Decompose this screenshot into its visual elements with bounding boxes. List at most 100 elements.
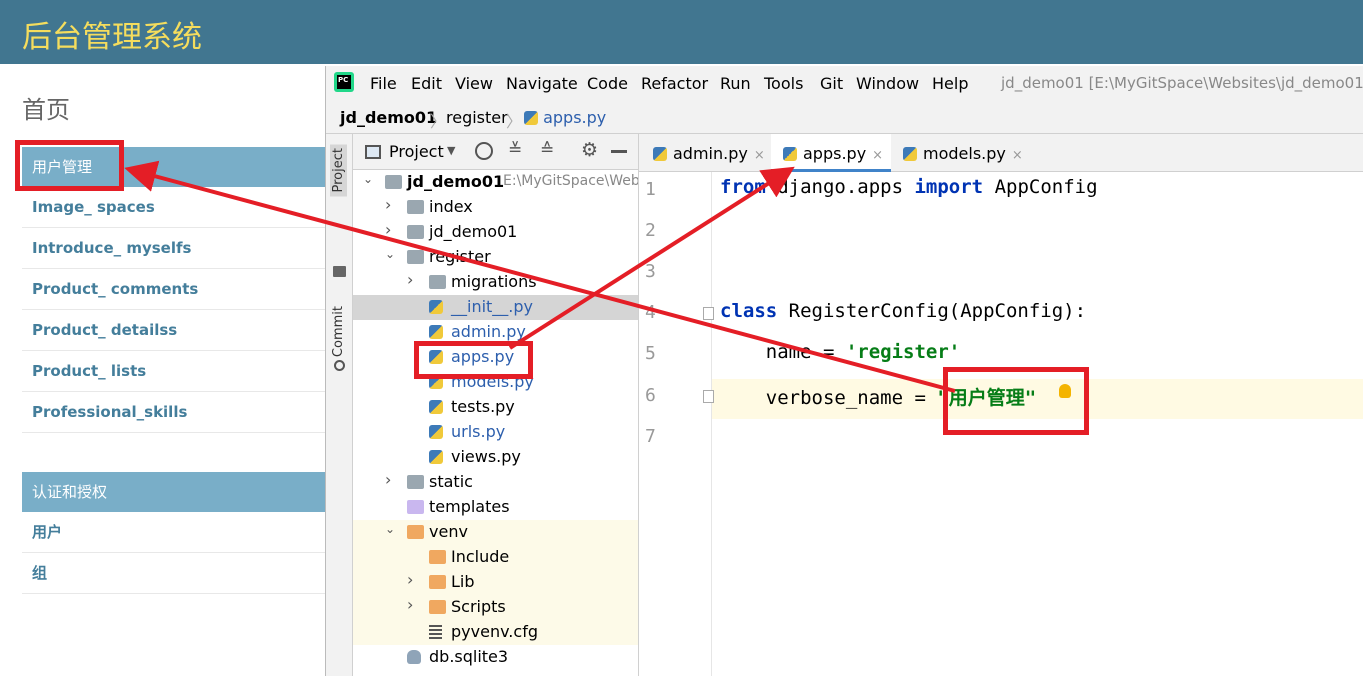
- tree-item-jd-demo01[interactable]: ⌄ jd_demo01E:\MyGitSpace\Websites\jd_demo…: [353, 170, 638, 195]
- python-file-icon: [429, 300, 443, 314]
- hide-panel-icon[interactable]: [611, 150, 627, 153]
- keyword: from: [720, 176, 766, 198]
- tree-item-label: migrations: [451, 272, 537, 291]
- expand-arrow-icon[interactable]: ›: [385, 470, 391, 489]
- admin-site-title[interactable]: 后台管理系统: [22, 12, 202, 56]
- side-tab-project[interactable]: Project: [330, 144, 347, 197]
- collapse-arrow-icon[interactable]: ⌄: [385, 247, 395, 261]
- python-file-icon: [429, 325, 443, 339]
- module-caption-auth[interactable]: 认证和授权: [22, 472, 325, 512]
- side-tab-commit[interactable]: Commit: [330, 302, 347, 361]
- menu-run[interactable]: Run: [720, 74, 751, 93]
- editor-tab-bar: admin.py × apps.py × models.py ×: [639, 134, 1363, 172]
- menu-code[interactable]: Code: [587, 74, 628, 93]
- model-link-professional-skills[interactable]: Professional_skills: [22, 392, 325, 433]
- menu-refactor[interactable]: Refactor: [641, 74, 708, 93]
- tree-item-label: index: [429, 197, 473, 216]
- tree-item-register[interactable]: ⌄ register: [353, 245, 638, 270]
- model-link-product-detailss[interactable]: Product_ detailss: [22, 310, 325, 351]
- collapse-arrow-icon[interactable]: ⌄: [363, 172, 373, 186]
- folder-icon: [407, 250, 424, 264]
- tab-models-py[interactable]: models.py ×: [897, 134, 1027, 172]
- tab-label: apps.py: [803, 144, 867, 163]
- menu-file[interactable]: File: [370, 74, 397, 93]
- menu-navigate[interactable]: Navigate: [506, 74, 578, 93]
- tree-item-scripts[interactable]: › Scripts: [353, 595, 638, 620]
- collapse-arrow-icon[interactable]: ⌄: [385, 522, 395, 536]
- model-link-users[interactable]: 用户: [22, 512, 325, 553]
- folder-icon: [429, 600, 446, 614]
- model-link-product-lists[interactable]: Product_ lists: [22, 351, 325, 392]
- model-link-image-spaces[interactable]: Image_ spaces: [22, 187, 325, 228]
- tree-item-label: static: [429, 472, 473, 491]
- window-title: jd_demo01 [E:\MyGitSpace\Websites\jd_dem…: [1001, 74, 1363, 92]
- code-line-1: from django.apps import AppConfig: [720, 176, 1098, 198]
- model-link-product-comments[interactable]: Product_ comments: [22, 269, 325, 310]
- code-line-4: class RegisterConfig(AppConfig):: [720, 300, 1086, 322]
- tree-item-db-sqlite3[interactable]: db.sqlite3: [353, 645, 638, 670]
- code-text: django.apps: [765, 176, 915, 198]
- project-view-selector[interactable]: Project: [389, 142, 444, 161]
- menu-git[interactable]: Git: [820, 74, 843, 93]
- line-number: 7: [645, 426, 656, 447]
- dropdown-arrow-icon[interactable]: ▼: [447, 144, 455, 157]
- tree-item-urls-py[interactable]: urls.py: [353, 420, 638, 445]
- folder-icon: [429, 575, 446, 589]
- annotation-box-verbose-name: [943, 367, 1089, 435]
- expand-arrow-icon[interactable]: ›: [407, 570, 413, 589]
- tree-item-jd-demo01[interactable]: › jd_demo01: [353, 220, 638, 245]
- project-view-icon: [365, 145, 381, 159]
- tree-item-tests-py[interactable]: tests.py: [353, 395, 638, 420]
- line-number: 1: [645, 179, 656, 200]
- breadcrumb-separator: 〉: [430, 112, 447, 131]
- close-tab-icon[interactable]: ×: [1012, 148, 1023, 163]
- menu-edit[interactable]: Edit: [411, 74, 442, 93]
- expand-arrow-icon[interactable]: ›: [407, 270, 413, 289]
- tree-item-pyvenv-cfg[interactable]: pyvenv.cfg: [353, 620, 638, 645]
- tree-item-label: tests.py: [451, 397, 515, 416]
- folder-icon: [429, 275, 446, 289]
- breadcrumb-file[interactable]: apps.py: [524, 108, 606, 127]
- tree-item-templates[interactable]: templates: [353, 495, 638, 520]
- code-text: AppConfig: [983, 176, 1098, 198]
- tree-item-include[interactable]: Include: [353, 545, 638, 570]
- tree-item-lib[interactable]: › Lib: [353, 570, 638, 595]
- tree-item-static[interactable]: › static: [353, 470, 638, 495]
- collapse-all-icon[interactable]: ≙: [540, 140, 554, 160]
- menu-tools[interactable]: Tools: [764, 74, 803, 93]
- tree-item-views-py[interactable]: views.py: [353, 445, 638, 470]
- breadcrumb-project[interactable]: jd_demo01: [340, 108, 437, 127]
- tab-apps-py[interactable]: apps.py ×: [771, 134, 891, 172]
- python-file-icon: [903, 147, 917, 161]
- folder-icon: [407, 475, 424, 489]
- tree-item-migrations[interactable]: › migrations: [353, 270, 638, 295]
- close-tab-icon[interactable]: ×: [754, 148, 765, 163]
- python-file-icon: [429, 450, 443, 464]
- menu-window[interactable]: Window: [856, 74, 919, 93]
- config-file-icon: [429, 625, 442, 639]
- locate-icon[interactable]: [475, 142, 493, 160]
- tree-item-venv[interactable]: ⌄ venv: [353, 520, 638, 545]
- tree-item-label: views.py: [451, 447, 521, 466]
- line-number: 5: [645, 343, 656, 364]
- tree-item-label: pyvenv.cfg: [451, 622, 538, 641]
- expand-arrow-icon[interactable]: ›: [385, 195, 391, 214]
- menu-help[interactable]: Help: [932, 74, 968, 93]
- logo-text: PC: [338, 76, 349, 84]
- menu-view[interactable]: View: [455, 74, 493, 93]
- tree-item--init-py[interactable]: __init__.py: [353, 295, 638, 320]
- expand-arrow-icon[interactable]: ›: [385, 220, 391, 239]
- tab-admin-py[interactable]: admin.py ×: [649, 134, 767, 172]
- expand-all-icon[interactable]: ≚: [508, 140, 522, 160]
- close-tab-icon[interactable]: ×: [872, 148, 883, 163]
- code-line-5: name = 'register': [720, 341, 960, 363]
- menu-bar: PC File Edit View Navigate Code Refactor…: [326, 66, 1363, 100]
- model-link-introduce-myselfs[interactable]: Introduce_ myselfs: [22, 228, 325, 269]
- tree-item-index[interactable]: › index: [353, 195, 638, 220]
- breadcrumb-register[interactable]: register: [446, 108, 508, 127]
- model-link-groups[interactable]: 组: [22, 553, 325, 594]
- expand-arrow-icon[interactable]: ›: [407, 595, 413, 614]
- line-number: 6: [645, 385, 656, 406]
- python-file-icon: [653, 147, 667, 161]
- settings-gear-icon[interactable]: ⚙: [581, 139, 598, 161]
